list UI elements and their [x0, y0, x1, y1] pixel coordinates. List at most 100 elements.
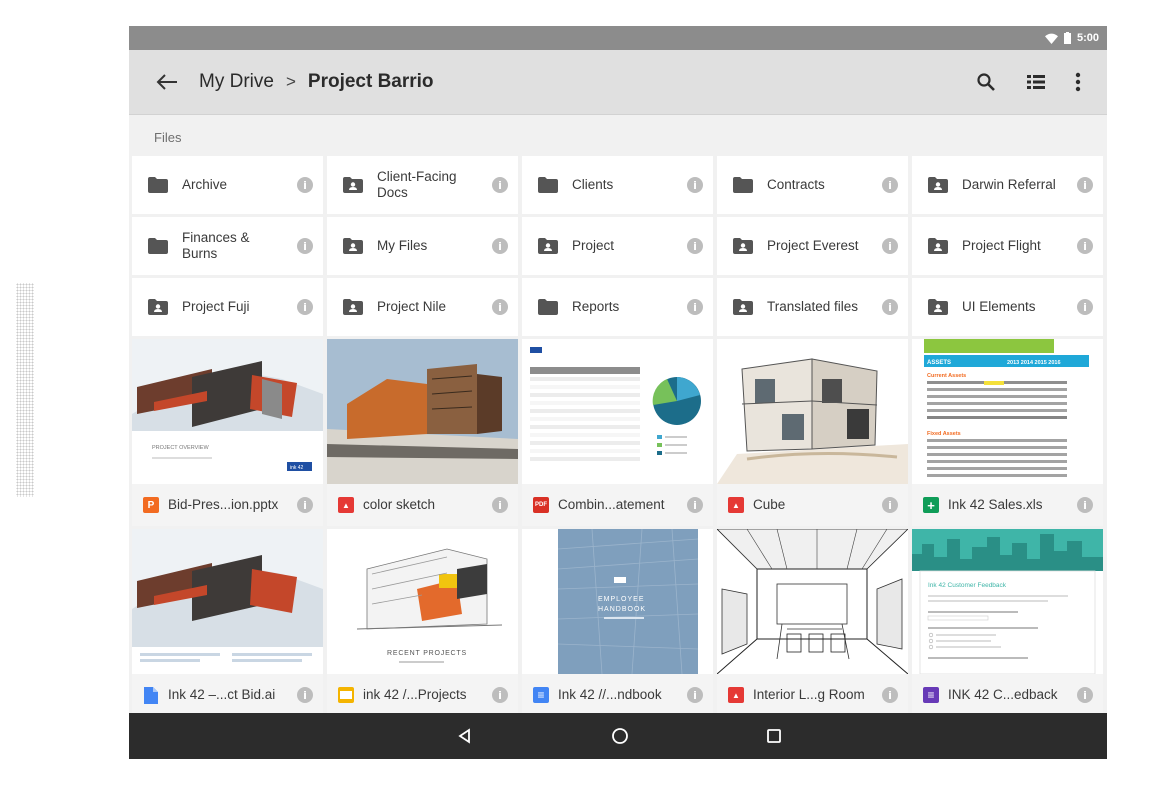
info-icon[interactable]: i — [492, 299, 508, 315]
folder-tile[interactable]: Clients i — [522, 156, 713, 214]
info-icon[interactable]: i — [297, 687, 313, 703]
folder-tile[interactable]: UI Elements i — [912, 278, 1103, 336]
info-icon[interactable]: i — [1077, 497, 1093, 513]
folder-tile[interactable]: Darwin Referral i — [912, 156, 1103, 214]
breadcrumb-my-drive[interactable]: My Drive — [199, 71, 274, 93]
info-icon[interactable]: i — [687, 299, 703, 315]
info-icon[interactable]: i — [687, 687, 703, 703]
clock: 5:00 — [1076, 32, 1099, 44]
file-card[interactable]: PROJECT OVERVIEW ink 42 P Bid-Pres...ion… — [132, 339, 323, 526]
info-icon[interactable]: i — [1077, 238, 1093, 254]
file-name: ink 42 /...Projects — [363, 687, 467, 702]
info-icon[interactable]: i — [882, 299, 898, 315]
info-icon[interactable]: i — [492, 497, 508, 513]
folder-icon — [538, 177, 558, 193]
shared-folder-icon — [733, 238, 753, 254]
folder-tile[interactable]: Reports i — [522, 278, 713, 336]
triangle-back-icon — [458, 728, 470, 744]
folder-tile[interactable]: My Files i — [327, 217, 518, 275]
info-icon[interactable]: i — [297, 299, 313, 315]
file-info-bar: P Bid-Pres...ion.pptx i — [132, 484, 323, 526]
folder-tile[interactable]: Project i — [522, 217, 713, 275]
folder-icon — [148, 238, 168, 254]
folder-name: Project Nile — [377, 299, 447, 314]
info-icon[interactable]: i — [882, 687, 898, 703]
file-info-bar: ≡ INK 42 C...edback i — [912, 674, 1103, 716]
folder-tile[interactable]: Client-Facing Docs i — [327, 156, 518, 214]
info-icon[interactable]: i — [297, 238, 313, 254]
file-info-bar: ▲ Cube i — [717, 484, 908, 526]
file-name: Interior L...g Room — [753, 687, 865, 702]
search-icon — [977, 73, 995, 91]
folder-tile[interactable]: Archive i — [132, 156, 323, 214]
nav-home-button[interactable] — [608, 724, 632, 748]
shared-folder-icon — [343, 177, 363, 193]
info-icon[interactable]: i — [492, 177, 508, 193]
pdf-file-icon: PDF — [533, 497, 549, 513]
forms-file-icon: ≡ — [923, 687, 939, 703]
file-card[interactable]: ▲ Cube i — [717, 339, 908, 526]
info-icon[interactable]: i — [882, 238, 898, 254]
file-info-bar: + Ink 42 Sales.xls i — [912, 484, 1103, 526]
file-card[interactable]: EMPLOYEE HANDBOOK ≡ Ink 42 //...ndbook i — [522, 529, 713, 716]
info-icon[interactable]: i — [297, 497, 313, 513]
info-icon[interactable]: i — [882, 177, 898, 193]
search-button[interactable] — [972, 68, 1000, 96]
folder-tile[interactable]: Finances & Burns i — [132, 217, 323, 275]
file-card[interactable]: ASSETS 2013 2014 2015 2016 Current Asset… — [912, 339, 1103, 526]
list-view-icon — [1027, 75, 1045, 89]
file-name: Ink 42 –...ct Bid.ai — [168, 687, 276, 702]
folder-name: Reports — [572, 299, 620, 314]
info-icon[interactable]: i — [492, 238, 508, 254]
file-info-bar: PDF Combin...atement i — [522, 484, 713, 526]
info-icon[interactable]: i — [687, 497, 703, 513]
more-vert-icon — [1075, 72, 1081, 92]
file-card[interactable]: RECENT PROJECTS ink 42 /...Projects i — [327, 529, 518, 716]
status-indicators: 5:00 — [1044, 26, 1099, 50]
file-card[interactable]: ▲ color sketch i — [327, 339, 518, 526]
folder-tile[interactable]: Project Flight i — [912, 217, 1103, 275]
shared-folder-icon — [538, 238, 558, 254]
file-info-bar: ▲ Interior L...g Room i — [717, 674, 908, 716]
info-icon[interactable]: i — [1077, 299, 1093, 315]
file-name: Cube — [753, 497, 786, 512]
circle-home-icon — [612, 728, 628, 744]
more-options-button[interactable] — [1064, 68, 1092, 96]
file-thumbnail — [132, 529, 323, 674]
file-card[interactable]: Ink 42 Customer Feedback ≡ INK 42 C...ed… — [912, 529, 1103, 716]
info-icon[interactable]: i — [687, 177, 703, 193]
folder-tile[interactable]: Translated files i — [717, 278, 908, 336]
file-thumbnail — [717, 339, 908, 484]
back-button[interactable] — [153, 68, 181, 96]
file-card[interactable]: Ink 42 –...ct Bid.ai i — [132, 529, 323, 716]
info-icon[interactable]: i — [297, 177, 313, 193]
file-info-bar: ink 42 /...Projects i — [327, 674, 518, 716]
file-grid: Archive i Client-Facing Docs i Clients i Co… — [132, 156, 1107, 716]
nav-recents-button[interactable] — [762, 724, 786, 748]
slides-file-icon — [338, 687, 354, 703]
folder-icon — [538, 299, 558, 315]
info-icon[interactable]: i — [687, 238, 703, 254]
info-icon[interactable]: i — [1077, 177, 1093, 193]
file-card[interactable]: PDF Combin...atement i — [522, 339, 713, 526]
shared-folder-icon — [343, 238, 363, 254]
file-thumbnail: Ink 42 Customer Feedback — [912, 529, 1103, 674]
battery-icon — [1063, 32, 1071, 44]
folder-tile[interactable]: Contracts i — [717, 156, 908, 214]
info-icon[interactable]: i — [882, 497, 898, 513]
side-decoration — [16, 283, 34, 497]
info-icon[interactable]: i — [492, 687, 508, 703]
image-file-icon: ▲ — [338, 497, 354, 513]
file-name: Ink 42 Sales.xls — [948, 497, 1043, 512]
file-card[interactable]: ▲ Interior L...g Room i — [717, 529, 908, 716]
file-thumbnail: RECENT PROJECTS — [327, 529, 518, 674]
image-file-icon: ▲ — [728, 687, 744, 703]
docs-file-icon: ≡ — [533, 687, 549, 703]
folder-tile[interactable]: Project Fuji i — [132, 278, 323, 336]
folder-tile[interactable]: Project Everest i — [717, 217, 908, 275]
folder-name: Darwin Referral — [962, 177, 1056, 192]
folder-tile[interactable]: Project Nile i — [327, 278, 518, 336]
list-view-button[interactable] — [1022, 68, 1050, 96]
info-icon[interactable]: i — [1077, 687, 1093, 703]
nav-back-button[interactable] — [453, 724, 477, 748]
